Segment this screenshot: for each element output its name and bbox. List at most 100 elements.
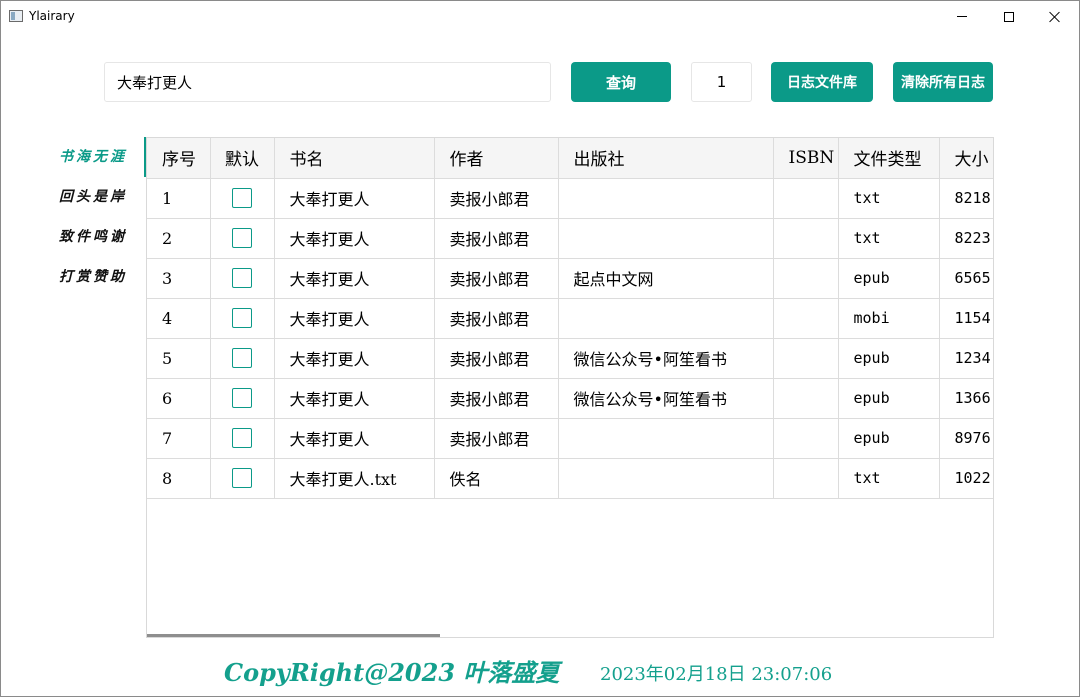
horizontal-scrollbar[interactable] bbox=[147, 634, 440, 637]
default-checkbox[interactable] bbox=[232, 388, 252, 409]
cell-isbn bbox=[773, 418, 839, 459]
cell-author: 卖报小郎君 bbox=[434, 418, 559, 459]
cell-default bbox=[210, 338, 275, 379]
cell-default bbox=[210, 218, 275, 259]
cell-filetype: epub bbox=[838, 418, 940, 459]
copyright-text: CopyRight@2023 叶落盛夏 bbox=[224, 658, 560, 687]
cell-filetype: txt bbox=[838, 458, 940, 499]
cell-publisher: 微信公众号•阿笙看书 bbox=[558, 338, 774, 379]
search-input[interactable] bbox=[104, 62, 551, 102]
cell-publisher bbox=[558, 178, 774, 219]
cell-filetype: txt bbox=[838, 178, 940, 219]
column-header-isbn[interactable]: ISBN bbox=[773, 138, 839, 179]
cell-isbn bbox=[773, 178, 839, 219]
cell-size: 8223 bbox=[939, 218, 993, 259]
default-checkbox[interactable] bbox=[232, 468, 252, 489]
cell-default bbox=[210, 178, 275, 219]
default-checkbox[interactable] bbox=[232, 188, 252, 209]
column-header-default[interactable]: 默认 bbox=[210, 138, 275, 179]
column-header-publisher[interactable]: 出版社 bbox=[558, 138, 774, 179]
default-checkbox[interactable] bbox=[232, 308, 252, 329]
app-icon bbox=[9, 10, 23, 22]
table-row[interactable]: 3 大奉打更人 卖报小郎君 起点中文网 epub 6565 bbox=[147, 258, 993, 299]
column-header-index[interactable]: 序号 bbox=[147, 138, 211, 179]
cell-publisher: 起点中文网 bbox=[558, 258, 774, 299]
sidebar-item-donate[interactable]: 打赏赞助 bbox=[41, 257, 147, 297]
cell-author: 卖报小郎君 bbox=[434, 178, 559, 219]
cell-filetype: epub bbox=[838, 258, 940, 299]
cell-filetype: txt bbox=[838, 218, 940, 259]
query-button[interactable]: 查询 bbox=[571, 62, 671, 102]
sidebar-item-thanks[interactable]: 致件鸣谢 bbox=[41, 217, 147, 257]
cell-index: 6 bbox=[147, 378, 211, 419]
cell-default bbox=[210, 258, 275, 299]
cell-isbn bbox=[773, 458, 839, 499]
cell-title: 大奉打更人 bbox=[274, 338, 435, 379]
maximize-icon bbox=[1004, 11, 1014, 22]
default-checkbox[interactable] bbox=[232, 228, 252, 249]
default-checkbox[interactable] bbox=[232, 268, 252, 289]
cell-size: 8218 bbox=[939, 178, 993, 219]
cell-default bbox=[210, 418, 275, 459]
cell-index: 8 bbox=[147, 458, 211, 499]
cell-publisher bbox=[558, 418, 774, 459]
close-button[interactable] bbox=[1032, 1, 1078, 32]
sidebar-item-books[interactable]: 书海无涯 bbox=[41, 137, 147, 177]
cell-isbn bbox=[773, 338, 839, 379]
cell-index: 5 bbox=[147, 338, 211, 379]
sidebar: 书海无涯 回头是岸 致件鸣谢 打赏赞助 bbox=[41, 137, 147, 297]
table-row[interactable]: 1 大奉打更人 卖报小郎君 txt 8218 bbox=[147, 178, 993, 219]
cell-title: 大奉打更人 bbox=[274, 378, 435, 419]
cell-index: 3 bbox=[147, 258, 211, 299]
table-row[interactable]: 6 大奉打更人 卖报小郎君 微信公众号•阿笙看书 epub 1366 bbox=[147, 378, 993, 419]
cell-author: 卖报小郎君 bbox=[434, 218, 559, 259]
clear-logs-button[interactable]: 清除所有日志 bbox=[893, 62, 993, 102]
column-header-filetype[interactable]: 文件类型 bbox=[838, 138, 940, 179]
cell-title: 大奉打更人 bbox=[274, 218, 435, 259]
table-row[interactable]: 5 大奉打更人 卖报小郎君 微信公众号•阿笙看书 epub 1234 bbox=[147, 338, 993, 379]
title-bar[interactable]: Ylairary bbox=[1, 1, 1079, 32]
log-library-button[interactable]: 日志文件库 bbox=[771, 62, 873, 102]
column-header-title[interactable]: 书名 bbox=[274, 138, 435, 179]
cell-index: 2 bbox=[147, 218, 211, 259]
cell-filetype: mobi bbox=[838, 298, 940, 339]
cell-index: 1 bbox=[147, 178, 211, 219]
cell-title: 大奉打更人.txt bbox=[274, 458, 435, 499]
default-checkbox[interactable] bbox=[232, 348, 252, 369]
cell-default bbox=[210, 458, 275, 499]
book-table[interactable]: 序号 默认 书名 作者 出版社 ISBN 文件类型 大小 1 大奉打更人 卖报小… bbox=[146, 137, 994, 638]
maximize-button[interactable] bbox=[986, 1, 1032, 32]
window-title: Ylairary bbox=[29, 9, 75, 23]
sidebar-item-back[interactable]: 回头是岸 bbox=[41, 177, 147, 217]
cell-size: 6565 bbox=[939, 258, 993, 299]
cell-publisher: 微信公众号•阿笙看书 bbox=[558, 378, 774, 419]
cell-default bbox=[210, 378, 275, 419]
minimize-icon bbox=[957, 16, 967, 17]
page-number-input[interactable] bbox=[691, 62, 752, 102]
table-row[interactable]: 4 大奉打更人 卖报小郎君 mobi 1154 bbox=[147, 298, 993, 339]
cell-filetype: epub bbox=[838, 378, 940, 419]
minimize-button[interactable] bbox=[939, 1, 985, 32]
cell-filetype: epub bbox=[838, 338, 940, 379]
cell-publisher bbox=[558, 298, 774, 339]
table-row[interactable]: 2 大奉打更人 卖报小郎君 txt 8223 bbox=[147, 218, 993, 259]
cell-author: 卖报小郎君 bbox=[434, 258, 559, 299]
table-header-row: 序号 默认 书名 作者 出版社 ISBN 文件类型 大小 bbox=[147, 138, 993, 179]
datetime-display: 2023年02月18日 23:07:06 bbox=[600, 664, 833, 685]
cell-author: 卖报小郎君 bbox=[434, 298, 559, 339]
column-header-size[interactable]: 大小 bbox=[939, 138, 993, 179]
cell-publisher bbox=[558, 218, 774, 259]
cell-default bbox=[210, 298, 275, 339]
cell-publisher bbox=[558, 458, 774, 499]
cell-isbn bbox=[773, 298, 839, 339]
app-window: Ylairary 查询 日志文件库 清除所有日志 书海无涯 回头是岸 致件鸣谢 … bbox=[0, 0, 1080, 697]
column-header-author[interactable]: 作者 bbox=[434, 138, 559, 179]
cell-size: 1366 bbox=[939, 378, 993, 419]
table-row[interactable]: 7 大奉打更人 卖报小郎君 epub 8976 bbox=[147, 418, 993, 459]
cell-size: 1234 bbox=[939, 338, 993, 379]
cell-title: 大奉打更人 bbox=[274, 178, 435, 219]
cell-author: 卖报小郎君 bbox=[434, 338, 559, 379]
table-row[interactable]: 8 大奉打更人.txt 佚名 txt 1022 bbox=[147, 458, 993, 499]
cell-author: 佚名 bbox=[434, 458, 559, 499]
default-checkbox[interactable] bbox=[232, 428, 252, 449]
